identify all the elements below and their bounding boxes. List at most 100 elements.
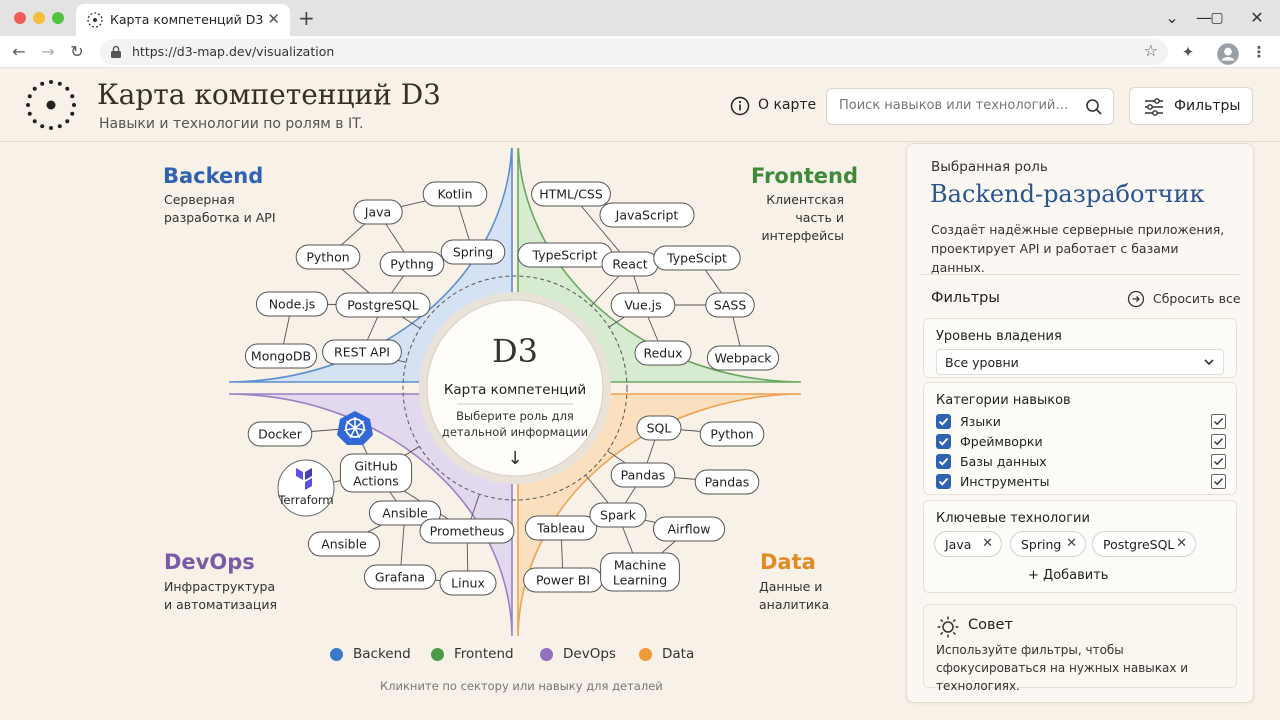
skill-node[interactable]: Power BI [523, 567, 603, 593]
address-bar[interactable]: https://d3-map.dev/visualization ☆ [100, 39, 1168, 65]
remove-chip-icon[interactable]: ✕ [982, 536, 993, 551]
category-toggle[interactable] [1211, 474, 1226, 489]
skill-label: Ansible [382, 506, 428, 521]
skill-node[interactable]: SQL [636, 415, 682, 441]
category-checkbox[interactable] [936, 414, 951, 429]
level-select-value: Все уровни [945, 355, 1019, 370]
reset-label: Сбросить все [1153, 291, 1241, 306]
check-icon [1214, 458, 1224, 466]
bookmark-star-icon[interactable]: ☆ [1144, 41, 1158, 60]
tech-chip[interactable]: PostgreSQL ✕ [1092, 531, 1196, 557]
skill-node[interactable]: Pandas [610, 462, 676, 488]
skill-node[interactable]: Pandas [694, 469, 760, 495]
skill-label: Pandas [621, 468, 666, 483]
tech-title: Ключевые технологии [936, 511, 1090, 526]
search-input[interactable] [839, 98, 1079, 113]
reload-icon[interactable]: ↻ [65, 40, 89, 64]
legend-label: Backend [353, 646, 411, 662]
skill-node[interactable]: GitHubActions [339, 453, 413, 493]
skill-node[interactable]: Prometheus [419, 518, 515, 544]
skill-label: Machine [614, 558, 667, 573]
tech-chip[interactable]: Java ✕ [934, 531, 1002, 557]
skill-node[interactable]: Spark [589, 502, 647, 528]
skill-node[interactable]: Kotlin [422, 181, 488, 207]
tab-close-icon[interactable]: ✕ [267, 10, 280, 28]
page-subtitle: Навыки и технологии по ролям в IT. [99, 116, 364, 132]
skill-node[interactable]: PostgreSQL [335, 292, 431, 318]
skill-node[interactable]: TypeScript [517, 242, 613, 268]
category-toggle[interactable] [1211, 434, 1226, 449]
category-checkbox[interactable] [936, 434, 951, 449]
category-checkbox[interactable] [936, 474, 951, 489]
remove-chip-icon[interactable]: ✕ [1176, 536, 1187, 551]
skill-node[interactable]: Python [295, 244, 361, 270]
search-box[interactable] [826, 88, 1114, 125]
skill-node[interactable]: Vue.js [610, 292, 676, 318]
center-title: D3 [492, 332, 538, 370]
category-checkbox[interactable] [936, 454, 951, 469]
new-tab-icon[interactable]: + [298, 6, 315, 30]
browser-tab[interactable]: Карта компетенций D3 ✕ [76, 4, 290, 36]
skill-node[interactable]: MachineLearning [600, 552, 680, 592]
skill-node[interactable]: Node.js [255, 291, 329, 317]
skill-label: Prometheus [430, 524, 505, 539]
search-icon[interactable] [1085, 98, 1103, 116]
sector-desc-frontend: Клиентская часть и интерфейсы [761, 192, 844, 243]
skill-label: React [612, 257, 647, 272]
skill-node[interactable]: MongoDB [244, 343, 318, 369]
back-icon[interactable]: ← [7, 40, 31, 64]
skill-node[interactable]: Redux [634, 340, 692, 366]
skill-node[interactable]: Spring [440, 239, 506, 265]
skill-node[interactable]: TypeScipt [653, 245, 741, 271]
close-window-button[interactable] [14, 12, 26, 24]
category-label: Фреймворки [960, 434, 1043, 449]
skill-node[interactable]: Python [699, 421, 765, 447]
skill-label: Linux [451, 576, 485, 591]
skill-node[interactable]: Java [353, 199, 403, 225]
skill-node[interactable]: HTML/CSS [531, 181, 611, 207]
remove-chip-icon[interactable]: ✕ [1066, 536, 1077, 551]
minimize-window-button[interactable] [33, 12, 45, 24]
skill-node[interactable]: Tableau [524, 515, 598, 541]
skill-node[interactable]: Grafana [363, 564, 437, 590]
skill-node[interactable]: JavaScript [599, 202, 695, 228]
sector-title-backend[interactable]: Backend [163, 164, 263, 188]
skill-node[interactable]: Ansible [307, 531, 381, 557]
profile-icon[interactable] [1216, 42, 1240, 66]
category-toggle[interactable] [1211, 454, 1226, 469]
chevron-down-icon[interactable]: ⌄ [1160, 6, 1184, 30]
role-title: Backend-разработчик [930, 180, 1205, 208]
skill-node[interactable]: Webpack [706, 345, 780, 371]
legend-label: Frontend [454, 646, 514, 662]
skill-node[interactable]: Airflow [652, 516, 726, 542]
skill-node[interactable]: Docker [247, 421, 313, 447]
skill-node[interactable]: Terraform [277, 459, 335, 517]
sector-title-data[interactable]: Data [760, 550, 816, 574]
level-select[interactable]: Все уровни [936, 349, 1224, 375]
add-tech-button[interactable]: + Добавить [1028, 568, 1108, 583]
skill-node[interactable]: REST API [322, 339, 402, 365]
logo-icon [26, 80, 76, 130]
filters-button[interactable]: Фильтры [1129, 87, 1253, 125]
skill-label: Pythng [390, 257, 434, 272]
skill-node[interactable]: React [601, 251, 659, 277]
competency-map[interactable]: Kotlin Java Spring Python Pythng Node.js Postg… [220, 148, 810, 638]
skill-node[interactable]: Pythng [379, 251, 445, 277]
tech-chip[interactable]: Spring ✕ [1010, 531, 1086, 557]
maximize-icon[interactable]: ▢ [1205, 6, 1229, 30]
forward-icon[interactable]: → [36, 40, 60, 64]
sector-desc-data: Данные и аналитика [759, 579, 830, 612]
sliders-icon [1145, 98, 1163, 116]
center-subtitle: Карта компетенций [444, 382, 586, 398]
extensions-icon[interactable]: ✦ [1176, 40, 1200, 64]
skill-label: Spring [453, 245, 493, 260]
category-row-tools: Инструменты [936, 473, 1226, 491]
category-toggle[interactable] [1211, 414, 1226, 429]
maximize-window-button[interactable] [52, 12, 64, 24]
more-menu-icon[interactable]: ⋮ [1247, 40, 1271, 64]
skill-node[interactable]: SASS [705, 292, 755, 318]
close-icon[interactable]: ✕ [1245, 6, 1269, 30]
sector-title-frontend[interactable]: Frontend [751, 164, 858, 188]
skill-node[interactable]: Linux [439, 570, 497, 596]
sector-title-devops[interactable]: DevOps [164, 550, 255, 574]
